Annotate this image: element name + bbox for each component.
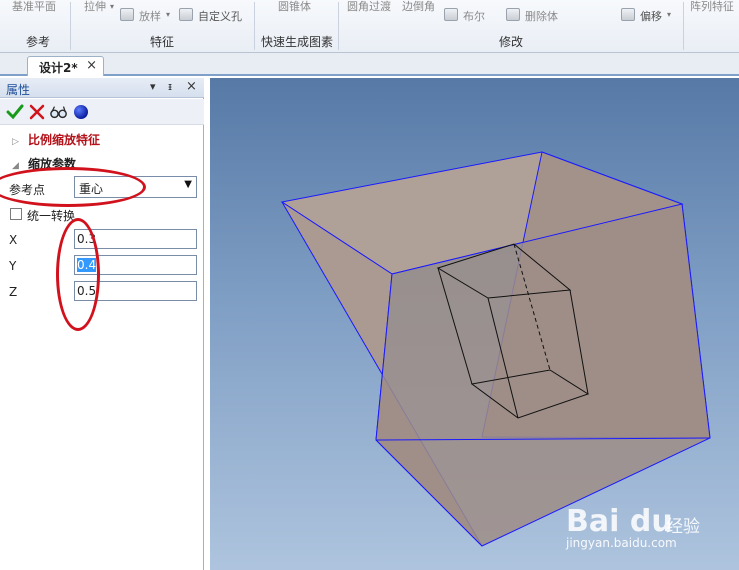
tab-label: 设计2* xyxy=(39,61,78,75)
chamfer-button[interactable]: 边倒角 xyxy=(402,0,435,14)
x-label: X xyxy=(9,233,18,247)
x-scale-input[interactable]: 0.3 xyxy=(74,229,197,249)
ribbon-toolbar: 基准平面 参考 拉伸 ▾ 放样 ▾ 自定义孔 特征 圆锥体 快速生成图素 圆角过… xyxy=(0,0,739,53)
chevron-down-icon: ▾ xyxy=(110,2,115,11)
boolean-button[interactable]: 布尔 xyxy=(463,8,485,24)
section-title: 比例缩放特征 xyxy=(28,133,101,147)
cross-icon[interactable] xyxy=(28,103,46,121)
y-value: 0.4 xyxy=(77,258,97,272)
glasses-icon[interactable] xyxy=(50,103,68,121)
tab-design2[interactable]: 设计2* × xyxy=(27,56,104,76)
offset-button[interactable]: 偏移 xyxy=(640,8,662,24)
extrude-button[interactable]: 拉伸 xyxy=(84,0,106,14)
pin-icon[interactable]: ᵻ xyxy=(168,80,172,93)
z-scale-input[interactable]: 0.5 xyxy=(74,281,197,301)
y-scale-input[interactable]: 0.4 xyxy=(74,255,197,275)
x-value: 0.3 xyxy=(77,232,97,246)
ribbon-separator xyxy=(338,2,339,50)
custom-hole-icon xyxy=(179,8,193,21)
datum-plane-button[interactable]: 基准平面 xyxy=(12,0,56,14)
ref-point-select[interactable]: 重心 ▼ xyxy=(74,176,197,198)
document-tab-bar: 设计2* × xyxy=(0,53,739,76)
section-scale-feature[interactable]: ▷ 比例缩放特征 xyxy=(12,131,100,148)
boolean-icon xyxy=(444,8,458,21)
unify-label: 统一转换 xyxy=(27,209,76,223)
panel-header: 属性 ▾ ᵻ × xyxy=(0,78,204,98)
panel-toolbar xyxy=(0,99,204,125)
check-icon[interactable] xyxy=(6,103,24,121)
y-label: Y xyxy=(9,259,17,273)
z-label: Z xyxy=(9,285,18,299)
panel-menu-icon[interactable]: ▾ xyxy=(150,80,156,93)
ref-point-label: 参考点 xyxy=(9,183,46,197)
3d-viewport[interactable] xyxy=(210,78,739,570)
panel-title: 属性 xyxy=(6,83,31,97)
custom-hole-button[interactable]: 自定义孔 xyxy=(198,8,242,24)
expand-arrow-icon: ▷ xyxy=(12,137,19,147)
chevron-down-icon: ▾ xyxy=(166,10,171,19)
chevron-down-icon: ▼ xyxy=(184,179,192,190)
chevron-down-icon: ▾ xyxy=(667,10,672,19)
offset-icon xyxy=(621,8,635,21)
loft-button[interactable]: 放样 xyxy=(139,8,161,24)
blue-dot-icon[interactable] xyxy=(74,105,88,119)
modify-group-label: 修改 xyxy=(499,35,524,49)
close-icon[interactable]: × xyxy=(86,58,97,73)
pattern-feature-button[interactable]: 阵列特征 xyxy=(690,0,734,14)
section-title: 缩放参数 xyxy=(28,157,77,171)
3d-scene[interactable] xyxy=(210,78,739,570)
section-scale-params[interactable]: ◢ 缩放参数 xyxy=(12,155,76,172)
delete-body-button[interactable]: 删除体 xyxy=(525,8,558,24)
delete-body-icon xyxy=(506,8,520,21)
fillet-button[interactable]: 圆角过渡 xyxy=(347,0,391,14)
close-icon[interactable]: × xyxy=(186,79,197,94)
collapse-arrow-icon: ◢ xyxy=(12,161,19,171)
ref-point-value: 重心 xyxy=(79,182,104,196)
loft-icon xyxy=(120,8,134,21)
unify-checkbox[interactable] xyxy=(10,208,22,220)
feature-group-label: 特征 xyxy=(150,35,175,49)
properties-panel: 属性 ▾ ᵻ × ▷ 比例缩放特征 ◢ 缩放参数 参考点 重心 ▼ 统一转换 X 0… xyxy=(0,78,204,570)
z-value: 0.5 xyxy=(77,284,97,298)
ribbon-separator xyxy=(70,2,71,50)
ribbon-separator xyxy=(683,2,684,50)
ribbon-separator xyxy=(254,2,255,50)
quick-shapes-group-label: 快速生成图素 xyxy=(261,35,334,49)
reference-group-label: 参考 xyxy=(26,35,51,49)
cone-button[interactable]: 圆锥体 xyxy=(278,0,311,14)
